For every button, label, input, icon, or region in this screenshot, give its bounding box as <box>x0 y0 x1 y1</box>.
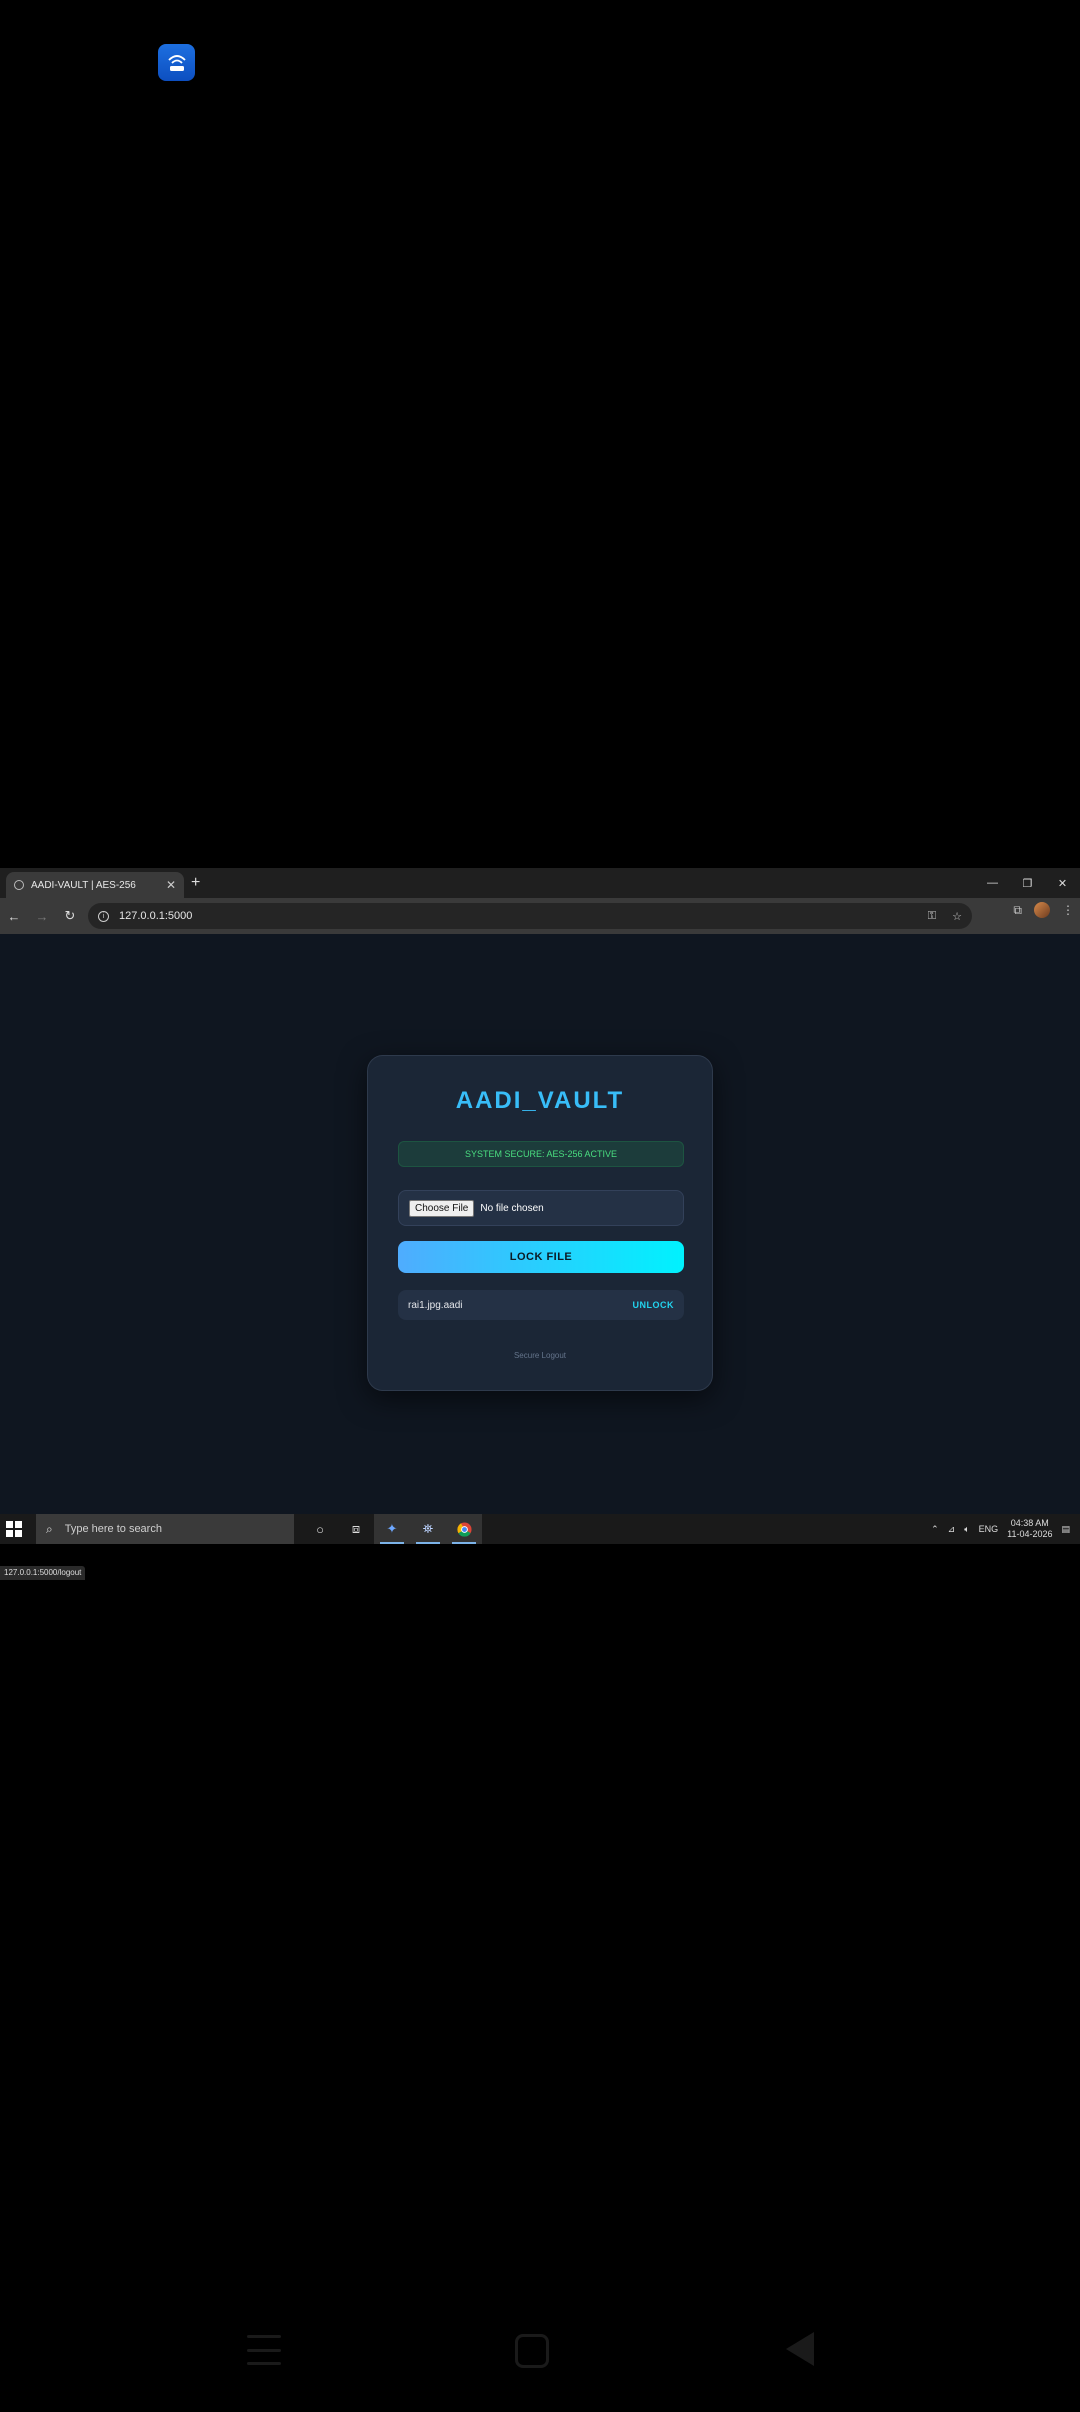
gemini-icon[interactable]: ✦ <box>374 1514 410 1544</box>
back-icon[interactable] <box>786 2332 814 2366</box>
tab-title: AADI-VAULT | AES-256 <box>31 879 136 891</box>
recent-apps-icon[interactable] <box>247 2335 281 2365</box>
search-placeholder: Type here to search <box>64 1523 162 1535</box>
browser-tab[interactable]: AADI-VAULT | AES-256 ✕ <box>6 872 184 898</box>
restore-icon[interactable]: ❐ <box>1010 868 1045 898</box>
android-nav-bar <box>0 2320 1080 2380</box>
system-tray: ⌃ ⊿ 🔈︎ ENG 04:38 AM 11-04-2026 ▤ <box>931 1514 1080 1544</box>
browser-toolbar: ← → ↻ i 127.0.0.1:5000 ⚿ ☆ ⧉ ⋮ <box>0 898 1080 934</box>
reload-icon[interactable]: ↻ <box>56 902 84 930</box>
tab-favicon-icon <box>14 880 24 890</box>
file-name: rai1.jpg.aadi <box>408 1299 463 1311</box>
bookmark-star-icon[interactable]: ☆ <box>952 910 962 923</box>
window-controls: — ❐ ✕ <box>975 868 1080 898</box>
windows-taskbar: ⌕ Type here to search ○ ⧈ ✦ ⛯ ⌃ ⊿ 🔈︎ ENG… <box>0 1514 1080 1544</box>
new-tab-button[interactable]: + <box>191 874 200 892</box>
game-app-icon[interactable]: ⛯ <box>410 1514 446 1544</box>
address-url[interactable]: 127.0.0.1:5000 <box>119 910 918 922</box>
secure-logout-link[interactable]: Secure Logout <box>368 1351 712 1360</box>
profile-avatar[interactable] <box>1034 902 1050 918</box>
task-view-icon[interactable]: ⧈ <box>338 1514 374 1544</box>
back-arrow-icon[interactable]: ← <box>0 902 28 930</box>
clock-time: 04:38 AM <box>1010 1518 1049 1528</box>
wifi-share-icon <box>167 54 186 71</box>
chrome-icon[interactable] <box>446 1514 482 1544</box>
status-banner: SYSTEM SECURE: AES-256 ACTIVE <box>398 1141 684 1167</box>
tab-close-icon[interactable]: ✕ <box>166 878 176 892</box>
vault-title: AADI_VAULT <box>455 1087 625 1114</box>
minimize-icon[interactable]: — <box>975 868 1010 898</box>
floating-app-icon[interactable] <box>158 44 195 81</box>
search-icon: ⌕ <box>46 1521 53 1536</box>
toolbar-right: ⧉ ⋮ <box>1013 902 1074 918</box>
network-icon[interactable]: ⊿ <box>948 1524 956 1535</box>
vault-card: AADI_VAULT SYSTEM SECURE: AES-256 ACTIVE… <box>367 1055 713 1391</box>
link-status-bubble: 127.0.0.1:5000/logout <box>0 1566 86 1580</box>
chrome-logo-icon <box>456 1521 472 1537</box>
cortana-icon[interactable]: ○ <box>302 1514 338 1544</box>
forward-arrow-icon[interactable]: → <box>28 902 56 930</box>
menu-kebab-icon[interactable]: ⋮ <box>1062 903 1074 917</box>
home-icon[interactable] <box>515 2334 549 2368</box>
browser-tab-strip: AADI-VAULT | AES-256 ✕ + — ❐ ✕ <box>0 868 1080 898</box>
unlock-button[interactable]: UNLOCK <box>633 1300 675 1310</box>
site-info-icon[interactable]: i <box>98 910 109 922</box>
address-bar[interactable]: i 127.0.0.1:5000 ⚿ ☆ <box>88 903 972 929</box>
tab-search-icon[interactable]: ⧉ <box>1013 903 1022 918</box>
taskbar-pinned-apps: ○ ⧈ ✦ ⛯ <box>302 1514 482 1544</box>
no-file-chosen-label: No file chosen <box>480 1202 544 1214</box>
lock-file-button[interactable]: LOCK FILE <box>398 1241 684 1273</box>
clock-date: 11-04-2026 <box>1007 1529 1053 1539</box>
language-indicator[interactable]: ENG <box>979 1524 999 1534</box>
chevron-up-icon[interactable]: ⌃ <box>931 1524 939 1535</box>
desktop-screen: AADI-VAULT | AES-256 ✕ + — ❐ ✕ ← → ↻ i 1… <box>0 868 1080 1580</box>
windows-start-icon[interactable] <box>6 1521 22 1537</box>
password-key-icon[interactable]: ⚿ <box>928 910 936 923</box>
choose-file-button[interactable]: Choose File <box>409 1199 475 1217</box>
taskbar-search-box[interactable]: ⌕ Type here to search <box>36 1514 294 1544</box>
page-viewport: AADI_VAULT SYSTEM SECURE: AES-256 ACTIVE… <box>0 934 1080 1580</box>
clock[interactable]: 04:38 AM 11-04-2026 <box>1007 1518 1052 1540</box>
volume-icon[interactable]: 🔈︎ <box>964 1524 969 1535</box>
list-item: rai1.jpg.aadi UNLOCK <box>398 1290 684 1320</box>
notification-icon[interactable]: ▤ <box>1061 1524 1070 1535</box>
close-window-icon[interactable]: ✕ <box>1045 868 1080 898</box>
file-input[interactable]: Choose File No file chosen <box>398 1190 684 1226</box>
